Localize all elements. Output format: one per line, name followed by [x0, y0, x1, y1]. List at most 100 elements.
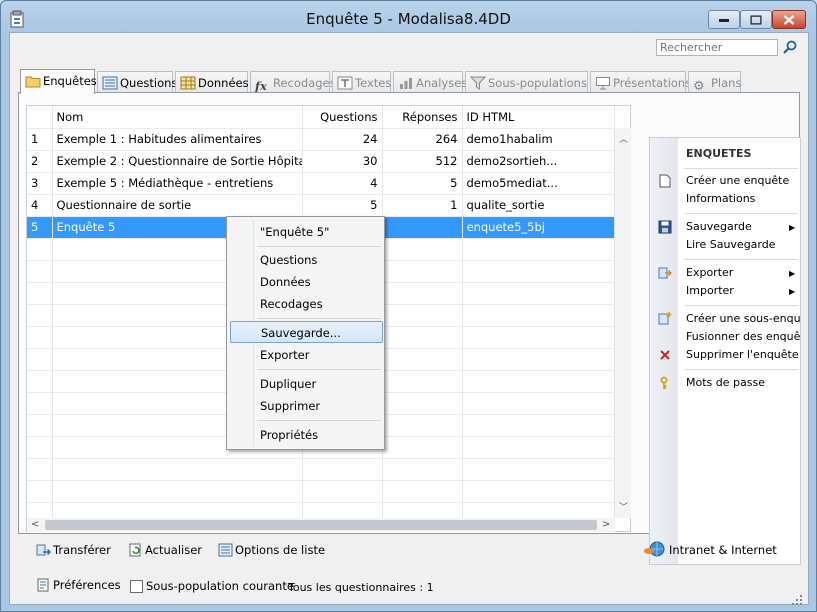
preferences-label: Préférences: [53, 578, 121, 592]
divider: [684, 259, 798, 260]
folder-icon: [25, 76, 41, 88]
divider: [684, 168, 798, 169]
transfer-button[interactable]: Transférer: [36, 543, 111, 557]
context-item-recodages[interactable]: Recodages: [230, 293, 383, 315]
tab-label: Enquêtes: [43, 74, 97, 88]
actions-sidebar: ENQUETES Créer une enquête Informations …: [649, 137, 801, 565]
new-document-icon: [659, 174, 671, 188]
tab-label: Sous-populations: [488, 76, 587, 90]
context-menu-title: "Enquête 5": [260, 225, 330, 239]
sidebar-item-create[interactable]: Créer une enquête: [686, 174, 800, 187]
vertical-scrollbar[interactable]: ︿ ﹀: [615, 128, 631, 518]
scroll-left-icon[interactable]: <: [31, 519, 39, 530]
sidebar-item-passwords[interactable]: Mots de passe: [686, 376, 800, 389]
horizontal-scroll-thumb[interactable]: [45, 520, 597, 530]
row-number: 4: [27, 194, 53, 217]
list-options-label: Options de liste: [235, 543, 326, 557]
context-item-donnees[interactable]: Données: [230, 271, 383, 293]
sidebar-item-merge[interactable]: Fusionner des enquêtes: [686, 330, 800, 343]
table-row[interactable]: 3 Exemple 5 : Médiathèque - entretiens 4…: [27, 172, 615, 195]
context-item-questions[interactable]: Questions: [230, 249, 383, 271]
row-number: 2: [27, 150, 53, 173]
context-item-proprietes[interactable]: Propriétés: [230, 424, 383, 446]
search-input[interactable]: [656, 39, 778, 56]
gear-icon: ⚙: [693, 79, 705, 94]
scroll-right-icon[interactable]: >: [602, 519, 610, 530]
minimize-icon: [719, 18, 729, 22]
sidebar-header: ENQUETES: [686, 147, 752, 160]
submenu-arrow-icon: ▶: [789, 269, 796, 278]
row-number: 5: [27, 216, 53, 239]
horizontal-scrollbar[interactable]: < >: [27, 518, 615, 532]
scroll-up-icon[interactable]: ︿: [619, 132, 628, 145]
intranet-button[interactable]: Intranet & Internet: [643, 541, 777, 557]
cell-nom: Exemple 5 : Médiathèque - entretiens: [52, 172, 303, 195]
text-icon: [337, 76, 353, 90]
table-row[interactable]: 2 Exemple 2 : Questionnaire de Sortie Hô…: [27, 150, 615, 173]
cell-id-html: demo1habalim: [462, 128, 615, 151]
preferences-button[interactable]: Préférences: [36, 578, 121, 592]
subpop-checkbox[interactable]: [130, 580, 143, 593]
sidebar-item-read-save[interactable]: Lire Sauvegarde: [686, 238, 800, 251]
cell-questions: 24: [302, 128, 383, 151]
maximize-button[interactable]: [740, 10, 772, 29]
preferences-icon: [37, 578, 49, 592]
tab-label: Analyses: [416, 76, 468, 90]
export-icon: [658, 267, 672, 279]
submenu-arrow-icon: ▶: [789, 223, 796, 232]
presentation-icon: [596, 77, 610, 90]
tab-textes[interactable]: Textes: [332, 71, 391, 93]
search-icon[interactable]: [782, 39, 798, 55]
context-item-supprimer[interactable]: Supprimer: [230, 395, 383, 417]
list-options-button[interactable]: Options de liste: [218, 543, 325, 557]
row-number: 3: [27, 172, 53, 195]
tab-enquetes[interactable]: Enquêtes: [20, 69, 97, 94]
cell-nom: Exemple 2 : Questionnaire de Sortie Hôpi…: [52, 150, 303, 173]
client-area: Enquêtes Questions Données fx Recodages T…: [9, 32, 809, 605]
context-item-dupliquer[interactable]: Dupliquer: [230, 373, 383, 395]
tab-analyses[interactable]: Analyses: [393, 71, 467, 93]
survey-count-text: Tous les questionnaires : 1: [288, 581, 434, 594]
tab-sous-populations[interactable]: Sous-populations: [465, 71, 588, 93]
scroll-down-icon[interactable]: ﹀: [619, 500, 628, 513]
tab-donnees[interactable]: Données: [175, 71, 249, 93]
application-window: Enquête 5 - Modalisa8.4DD Enquêtes Quest…: [0, 0, 817, 612]
close-icon: [783, 14, 795, 25]
sidebar-item-create-subpop[interactable]: Créer une sous-enquête: [686, 312, 800, 325]
cell-nom: Questionnaire de sortie: [52, 194, 303, 217]
column-header-questions[interactable]: Questions: [302, 106, 383, 129]
context-menu: "Enquête 5" Questions Données Recodages …: [226, 216, 385, 450]
tab-recodages[interactable]: fx Recodages: [250, 71, 336, 93]
column-header-index[interactable]: [27, 106, 53, 129]
divider: [257, 318, 381, 319]
sidebar-item-save[interactable]: Sauvegarde: [686, 220, 800, 233]
tab-label: Recodages: [273, 76, 336, 90]
minimize-button[interactable]: [708, 10, 740, 29]
sidebar-item-delete[interactable]: Supprimer l'enquête: [686, 348, 800, 361]
context-item-sauvegarde[interactable]: Sauvegarde...: [230, 321, 383, 343]
column-header-reponses[interactable]: Réponses: [382, 106, 463, 129]
resize-grip-icon[interactable]: [791, 594, 803, 606]
transfer-label: Transférer: [53, 543, 111, 557]
column-header-id-html[interactable]: ID HTML: [462, 106, 615, 129]
close-button[interactable]: [772, 10, 806, 29]
refresh-button[interactable]: Actualiser: [128, 543, 202, 557]
list-options-icon: [218, 543, 233, 557]
delete-icon: [660, 350, 670, 360]
floppy-disk-icon: [658, 220, 672, 234]
sidebar-item-info[interactable]: Informations: [686, 192, 800, 205]
subpop-checkbox-label[interactable]: Sous-population courante: [146, 579, 294, 593]
refresh-label: Actualiser: [145, 543, 203, 557]
column-header-nom[interactable]: Nom: [52, 106, 303, 129]
divider: [684, 305, 798, 306]
context-item-exporter[interactable]: Exporter: [230, 344, 383, 366]
tab-presentations[interactable]: Présentations: [590, 71, 691, 93]
tab-plans[interactable]: ⚙ Plans: [688, 71, 741, 94]
table-row[interactable]: 1 Exemple 1 : Habitudes alimentaires 24 …: [27, 128, 615, 151]
sidebar-item-import[interactable]: Importer: [686, 284, 800, 297]
tab-questions[interactable]: Questions: [97, 71, 177, 93]
cell-id-html: qualite_sortie: [462, 194, 615, 217]
sidebar-item-export[interactable]: Exporter: [686, 266, 800, 279]
table-row[interactable]: 4 Questionnaire de sortie 5 1 qualite_so…: [27, 194, 615, 217]
fx-icon: fx: [255, 79, 267, 93]
